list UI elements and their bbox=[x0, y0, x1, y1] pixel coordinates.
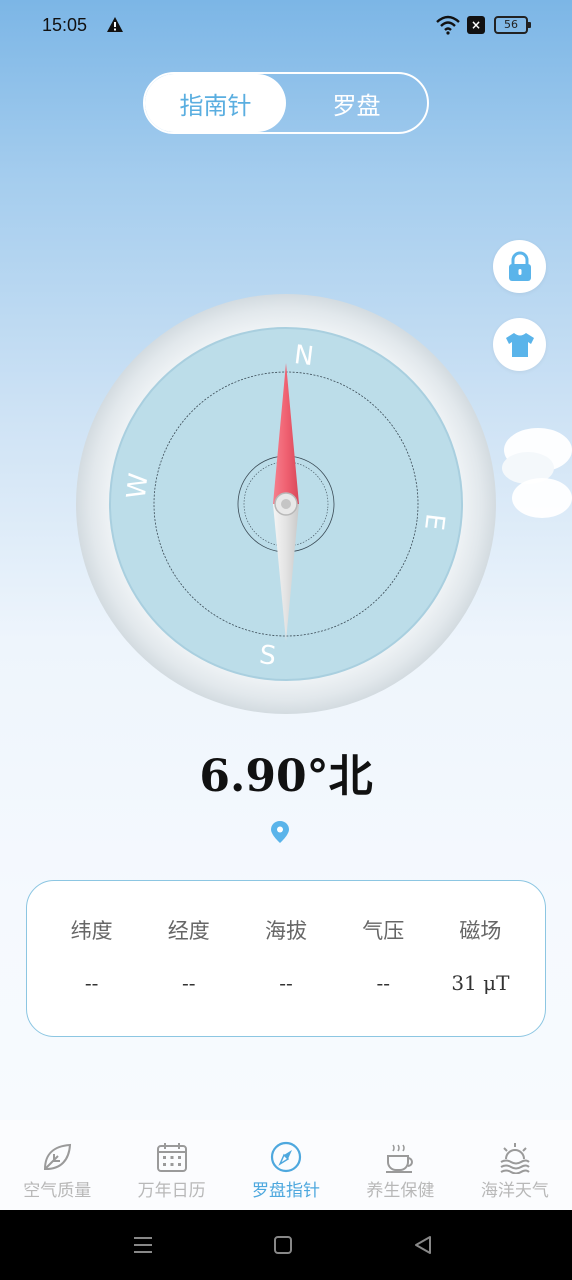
info-label: 经度 bbox=[167, 919, 210, 943]
nav-label: 罗盘指针 bbox=[252, 1181, 321, 1201]
lock-icon bbox=[508, 251, 531, 281]
wifi-icon bbox=[436, 15, 460, 35]
warning-icon bbox=[107, 17, 123, 32]
tea-cup-icon bbox=[386, 1144, 414, 1173]
heading-readout: 6.90°北 bbox=[199, 751, 373, 802]
mode-switch: 指南针 罗盘 bbox=[143, 72, 429, 134]
status-time: 15:05 bbox=[42, 15, 88, 35]
calendar-icon bbox=[156, 1143, 187, 1172]
info-label: 气压 bbox=[362, 919, 405, 943]
nav-air-quality[interactable]: 空气质量 bbox=[0, 1120, 114, 1210]
sunrise-sea-icon bbox=[500, 1143, 530, 1174]
info-pressure: 气压 -- bbox=[335, 881, 432, 1036]
info-latitude: 纬度 -- bbox=[43, 881, 140, 1036]
info-value: -- bbox=[376, 971, 390, 995]
sensor-info-card: 纬度 -- 经度 -- 海拔 -- 气压 -- 磁场 31 μT bbox=[26, 880, 546, 1037]
battery-icon: 56 bbox=[494, 16, 531, 34]
nav-label: 养生保健 bbox=[366, 1181, 435, 1201]
status-bar: 15:05 × 56 bbox=[0, 0, 572, 52]
north-label: N bbox=[292, 340, 315, 372]
info-value: -- bbox=[182, 971, 196, 995]
location-pin-icon[interactable] bbox=[270, 820, 290, 844]
info-value: 31 μT bbox=[451, 971, 510, 995]
bottom-nav: 空气质量 万年日历 罗盘指针 养生保健 海洋天气 bbox=[0, 1120, 572, 1210]
info-value: -- bbox=[279, 971, 293, 995]
info-altitude: 海拔 -- bbox=[237, 881, 334, 1036]
nav-label: 万年日历 bbox=[137, 1181, 206, 1201]
info-value: -- bbox=[84, 971, 99, 995]
tab-compass[interactable]: 指南针 bbox=[145, 74, 286, 132]
tshirt-icon bbox=[505, 332, 534, 357]
leaf-icon bbox=[44, 1143, 72, 1170]
skin-button[interactable] bbox=[493, 318, 546, 371]
info-magnetic-field: 磁场 31 μT bbox=[432, 881, 529, 1036]
lock-button[interactable] bbox=[493, 240, 546, 293]
system-nav-bar bbox=[0, 1210, 572, 1280]
menu-icon[interactable] bbox=[132, 1234, 154, 1256]
compass-icon bbox=[270, 1141, 302, 1173]
no-sim-icon: × bbox=[467, 16, 485, 34]
nav-health[interactable]: 养生保健 bbox=[343, 1120, 457, 1210]
nav-label: 海洋天气 bbox=[480, 1181, 549, 1201]
info-label: 磁场 bbox=[459, 919, 502, 943]
west-label: W bbox=[122, 472, 155, 501]
tab-label: 罗盘 bbox=[332, 91, 381, 120]
tab-label: 指南针 bbox=[179, 91, 252, 120]
nav-calendar[interactable]: 万年日历 bbox=[114, 1120, 228, 1210]
nav-compass[interactable]: 罗盘指针 bbox=[229, 1120, 343, 1210]
home-icon[interactable] bbox=[272, 1234, 294, 1256]
nav-ocean-weather[interactable]: 海洋天气 bbox=[458, 1120, 572, 1210]
compass-dial: N S E W bbox=[76, 294, 496, 714]
info-label: 纬度 bbox=[70, 919, 113, 943]
battery-level: 56 bbox=[504, 18, 518, 31]
tab-luopan[interactable]: 罗盘 bbox=[286, 74, 427, 132]
info-longitude: 经度 -- bbox=[140, 881, 237, 1036]
info-label: 海拔 bbox=[265, 919, 307, 943]
nav-label: 空气质量 bbox=[23, 1181, 92, 1201]
back-icon[interactable] bbox=[412, 1234, 434, 1256]
